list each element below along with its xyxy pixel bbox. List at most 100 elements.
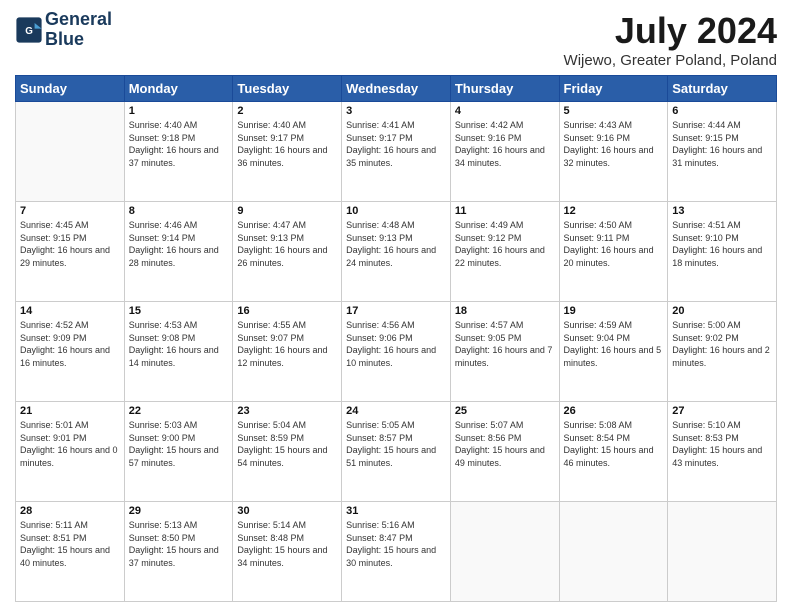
day-number: 11 <box>455 205 555 217</box>
weekday-header: Monday <box>124 76 233 102</box>
logo-line2: Blue <box>45 30 112 50</box>
day-info: Sunrise: 5:13 AM Sunset: 8:50 PM Dayligh… <box>129 519 229 569</box>
calendar-cell: 16 Sunrise: 4:55 AM Sunset: 9:07 PM Dayli… <box>233 302 342 402</box>
calendar-cell: 19 Sunrise: 4:59 AM Sunset: 9:04 PM Dayli… <box>559 302 668 402</box>
weekday-header: Tuesday <box>233 76 342 102</box>
calendar-title: July 2024 <box>564 10 777 52</box>
day-info: Sunrise: 4:49 AM Sunset: 9:12 PM Dayligh… <box>455 219 555 269</box>
day-info: Sunrise: 4:52 AM Sunset: 9:09 PM Dayligh… <box>20 319 120 369</box>
day-number: 21 <box>20 405 120 417</box>
day-info: Sunrise: 4:44 AM Sunset: 9:15 PM Dayligh… <box>672 119 772 169</box>
day-info: Sunrise: 4:53 AM Sunset: 9:08 PM Dayligh… <box>129 319 229 369</box>
calendar-cell: 13 Sunrise: 4:51 AM Sunset: 9:10 PM Dayli… <box>668 202 777 302</box>
day-number: 25 <box>455 405 555 417</box>
weekday-header: Wednesday <box>342 76 451 102</box>
day-info: Sunrise: 4:43 AM Sunset: 9:16 PM Dayligh… <box>564 119 664 169</box>
calendar-cell: 21 Sunrise: 5:01 AM Sunset: 9:01 PM Dayli… <box>16 402 125 502</box>
day-info: Sunrise: 4:41 AM Sunset: 9:17 PM Dayligh… <box>346 119 446 169</box>
calendar-table: SundayMondayTuesdayWednesdayThursdayFrid… <box>15 75 777 602</box>
day-number: 12 <box>564 205 664 217</box>
calendar-cell: 25 Sunrise: 5:07 AM Sunset: 8:56 PM Dayli… <box>450 402 559 502</box>
calendar-cell: 1Sunrise: 4:40 AM Sunset: 9:18 PM Daylig… <box>124 102 233 202</box>
day-info: Sunrise: 5:14 AM Sunset: 8:48 PM Dayligh… <box>237 519 337 569</box>
day-info: Sunrise: 4:51 AM Sunset: 9:10 PM Dayligh… <box>672 219 772 269</box>
day-info: Sunrise: 5:11 AM Sunset: 8:51 PM Dayligh… <box>20 519 120 569</box>
logo-text: General Blue <box>45 10 112 50</box>
day-info: Sunrise: 4:55 AM Sunset: 9:07 PM Dayligh… <box>237 319 337 369</box>
day-number: 3 <box>346 105 446 117</box>
calendar-cell: 26 Sunrise: 5:08 AM Sunset: 8:54 PM Dayli… <box>559 402 668 502</box>
day-info: Sunrise: 4:42 AM Sunset: 9:16 PM Dayligh… <box>455 119 555 169</box>
day-number: 15 <box>129 305 229 317</box>
day-number: 27 <box>672 405 772 417</box>
calendar-cell <box>450 502 559 602</box>
day-number: 17 <box>346 305 446 317</box>
calendar-cell: 30 Sunrise: 5:14 AM Sunset: 8:48 PM Dayli… <box>233 502 342 602</box>
day-info: Sunrise: 4:59 AM Sunset: 9:04 PM Dayligh… <box>564 319 664 369</box>
calendar-cell: 12 Sunrise: 4:50 AM Sunset: 9:11 PM Dayli… <box>559 202 668 302</box>
day-info: Sunrise: 5:01 AM Sunset: 9:01 PM Dayligh… <box>20 419 120 469</box>
day-number: 26 <box>564 405 664 417</box>
calendar-cell: 20Sunrise: 5:00 AM Sunset: 9:02 PM Dayli… <box>668 302 777 402</box>
logo-icon: G <box>15 16 43 44</box>
calendar-cell: 8Sunrise: 4:46 AM Sunset: 9:14 PM Daylig… <box>124 202 233 302</box>
day-number: 18 <box>455 305 555 317</box>
weekday-header: Thursday <box>450 76 559 102</box>
day-info: Sunrise: 4:50 AM Sunset: 9:11 PM Dayligh… <box>564 219 664 269</box>
day-info: Sunrise: 4:47 AM Sunset: 9:13 PM Dayligh… <box>237 219 337 269</box>
weekday-header: Sunday <box>16 76 125 102</box>
calendar-week-row: 14Sunrise: 4:52 AM Sunset: 9:09 PM Dayli… <box>16 302 777 402</box>
day-info: Sunrise: 4:48 AM Sunset: 9:13 PM Dayligh… <box>346 219 446 269</box>
logo-line1: General <box>45 10 112 30</box>
day-info: Sunrise: 5:05 AM Sunset: 8:57 PM Dayligh… <box>346 419 446 469</box>
calendar-cell: 2Sunrise: 4:40 AM Sunset: 9:17 PM Daylig… <box>233 102 342 202</box>
day-number: 7 <box>20 205 120 217</box>
day-info: Sunrise: 4:46 AM Sunset: 9:14 PM Dayligh… <box>129 219 229 269</box>
calendar-cell: 10 Sunrise: 4:48 AM Sunset: 9:13 PM Dayli… <box>342 202 451 302</box>
calendar-cell: 6 Sunrise: 4:44 AM Sunset: 9:15 PM Daylig… <box>668 102 777 202</box>
day-info: Sunrise: 5:03 AM Sunset: 9:00 PM Dayligh… <box>129 419 229 469</box>
calendar-subtitle: Wijewo, Greater Poland, Poland <box>564 52 777 69</box>
day-number: 30 <box>237 505 337 517</box>
calendar-cell <box>16 102 125 202</box>
day-number: 10 <box>346 205 446 217</box>
day-info: Sunrise: 4:57 AM Sunset: 9:05 PM Dayligh… <box>455 319 555 369</box>
day-info: Sunrise: 4:40 AM Sunset: 9:17 PM Dayligh… <box>237 119 337 169</box>
calendar-week-row: 1Sunrise: 4:40 AM Sunset: 9:18 PM Daylig… <box>16 102 777 202</box>
day-info: Sunrise: 4:40 AM Sunset: 9:18 PM Dayligh… <box>129 119 229 169</box>
calendar-cell: 29 Sunrise: 5:13 AM Sunset: 8:50 PM Dayli… <box>124 502 233 602</box>
day-number: 20 <box>672 305 772 317</box>
day-info: Sunrise: 5:08 AM Sunset: 8:54 PM Dayligh… <box>564 419 664 469</box>
day-number: 16 <box>237 305 337 317</box>
calendar-cell: 7Sunrise: 4:45 AM Sunset: 9:15 PM Daylig… <box>16 202 125 302</box>
calendar-week-row: 21 Sunrise: 5:01 AM Sunset: 9:01 PM Dayli… <box>16 402 777 502</box>
calendar-cell: 17 Sunrise: 4:56 AM Sunset: 9:06 PM Dayli… <box>342 302 451 402</box>
day-info: Sunrise: 5:07 AM Sunset: 8:56 PM Dayligh… <box>455 419 555 469</box>
calendar-cell: 23Sunrise: 5:04 AM Sunset: 8:59 PM Dayli… <box>233 402 342 502</box>
calendar-cell: 5Sunrise: 4:43 AM Sunset: 9:16 PM Daylig… <box>559 102 668 202</box>
day-number: 29 <box>129 505 229 517</box>
calendar-cell: 11 Sunrise: 4:49 AM Sunset: 9:12 PM Dayli… <box>450 202 559 302</box>
calendar-cell: 9Sunrise: 4:47 AM Sunset: 9:13 PM Daylig… <box>233 202 342 302</box>
calendar-cell: 27Sunrise: 5:10 AM Sunset: 8:53 PM Dayli… <box>668 402 777 502</box>
calendar-cell: 28Sunrise: 5:11 AM Sunset: 8:51 PM Dayli… <box>16 502 125 602</box>
calendar-week-row: 7Sunrise: 4:45 AM Sunset: 9:15 PM Daylig… <box>16 202 777 302</box>
day-number: 6 <box>672 105 772 117</box>
day-number: 31 <box>346 505 446 517</box>
day-info: Sunrise: 4:56 AM Sunset: 9:06 PM Dayligh… <box>346 319 446 369</box>
weekday-header: Friday <box>559 76 668 102</box>
day-number: 13 <box>672 205 772 217</box>
day-number: 4 <box>455 105 555 117</box>
day-number: 23 <box>237 405 337 417</box>
day-info: Sunrise: 5:16 AM Sunset: 8:47 PM Dayligh… <box>346 519 446 569</box>
day-number: 19 <box>564 305 664 317</box>
calendar-cell: 22 Sunrise: 5:03 AM Sunset: 9:00 PM Dayli… <box>124 402 233 502</box>
calendar-cell: 18 Sunrise: 4:57 AM Sunset: 9:05 PM Dayli… <box>450 302 559 402</box>
day-number: 24 <box>346 405 446 417</box>
calendar-cell: 31 Sunrise: 5:16 AM Sunset: 8:47 PM Dayli… <box>342 502 451 602</box>
header-row: SundayMondayTuesdayWednesdayThursdayFrid… <box>16 76 777 102</box>
calendar-cell <box>668 502 777 602</box>
day-number: 22 <box>129 405 229 417</box>
calendar-cell: 24 Sunrise: 5:05 AM Sunset: 8:57 PM Dayli… <box>342 402 451 502</box>
calendar-cell: 14Sunrise: 4:52 AM Sunset: 9:09 PM Dayli… <box>16 302 125 402</box>
